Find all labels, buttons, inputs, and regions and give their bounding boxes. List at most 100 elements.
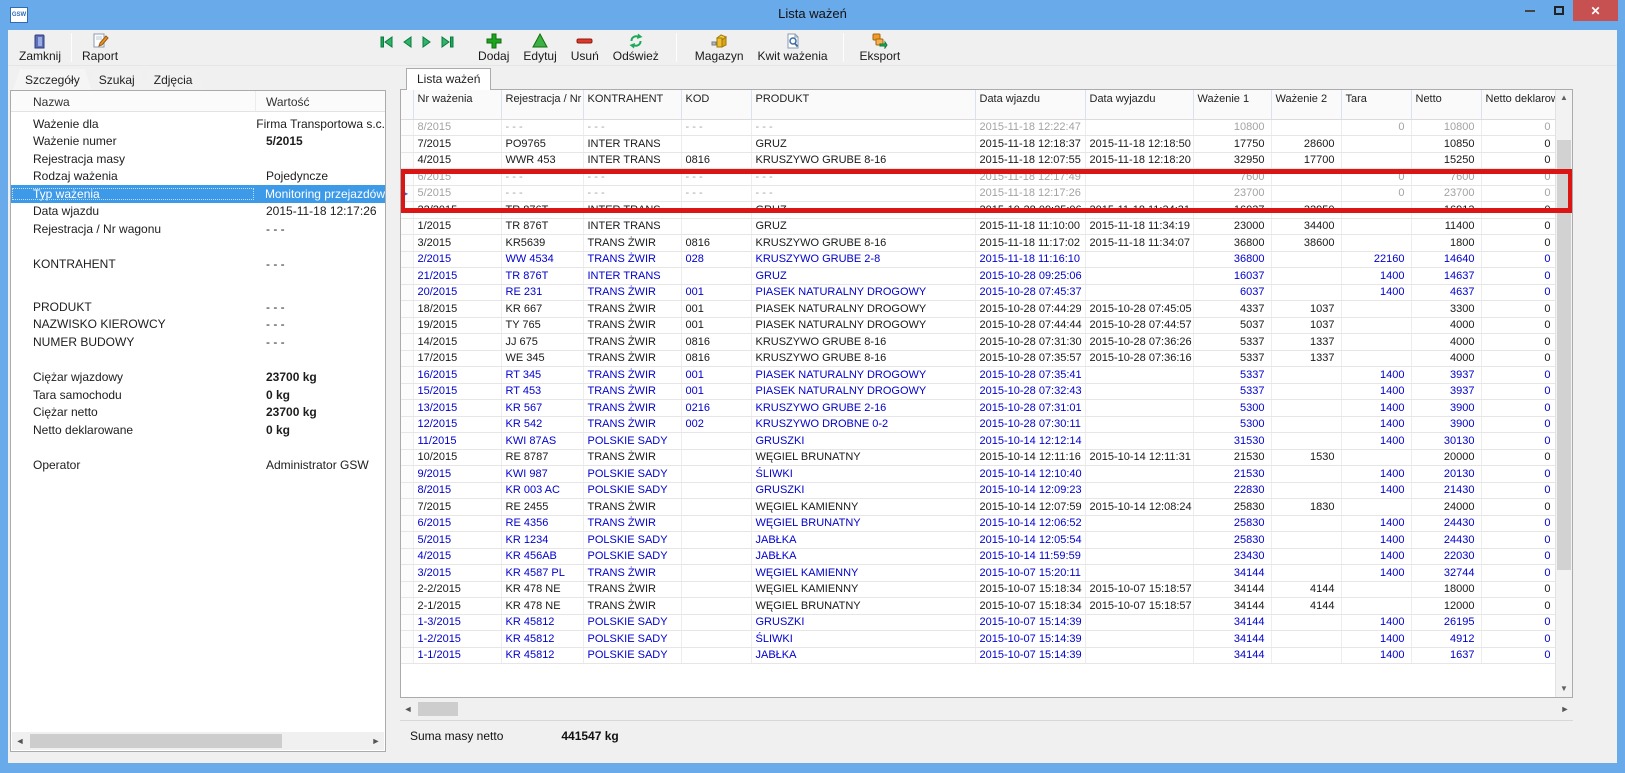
- grid-cell[interactable]: 1037: [1271, 317, 1341, 334]
- grid-cell[interactable]: - - -: [583, 169, 681, 186]
- grid-column-header[interactable]: Ważenie 2: [1271, 90, 1341, 119]
- grid-cell[interactable]: KR 667: [501, 301, 583, 318]
- grid-cell[interactable]: [1271, 367, 1341, 384]
- grid-cell[interactable]: 2015-10-07 15:14:39: [975, 647, 1085, 664]
- grid-cell[interactable]: 8/2015: [413, 119, 501, 136]
- grid-cell[interactable]: GRUSZKI: [751, 482, 975, 499]
- grid-column-header[interactable]: Data wjazdu: [975, 90, 1085, 119]
- grid-cell[interactable]: 0816: [681, 152, 751, 169]
- grid-cell[interactable]: KR 45812: [501, 631, 583, 648]
- detail-row[interactable]: Netto deklarowane 0 kg: [11, 421, 385, 439]
- grid-cell[interactable]: GRUSZKI: [751, 614, 975, 631]
- grid-cell[interactable]: [1085, 383, 1193, 400]
- grid-cell[interactable]: PIASEK NATURALNY DROGOWY: [751, 284, 975, 301]
- grid-cell[interactable]: 20130: [1411, 466, 1481, 483]
- grid-cell[interactable]: [1085, 631, 1193, 648]
- grid-cell[interactable]: 9/2015: [413, 466, 501, 483]
- grid-cell[interactable]: - - -: [501, 119, 583, 136]
- grid-cell[interactable]: [1085, 416, 1193, 433]
- grid-cell[interactable]: 26195: [1411, 614, 1481, 631]
- grid-cell[interactable]: 2015-10-07 15:14:39: [975, 614, 1085, 631]
- grid-cell[interactable]: 4144: [1271, 598, 1341, 615]
- grid-cell[interactable]: [681, 515, 751, 532]
- grid-cell[interactable]: [1085, 400, 1193, 417]
- scroll-right-icon[interactable]: ►: [1557, 704, 1573, 714]
- table-row[interactable]: 3/2015KR5639TRANS ŻWIR0816KRUSZYWO GRUBE…: [401, 235, 1555, 252]
- grid-cell[interactable]: 2015-11-18 11:10:00: [975, 218, 1085, 235]
- tab-szczegoly[interactable]: Szczegóły: [13, 69, 92, 90]
- grid-cell[interactable]: 12/2015: [413, 416, 501, 433]
- grid-cell[interactable]: [1085, 169, 1193, 186]
- grid-cell[interactable]: KR 003 AC: [501, 482, 583, 499]
- grid-cell[interactable]: 6/2015: [413, 169, 501, 186]
- grid-cell[interactable]: 5337: [1193, 334, 1271, 351]
- table-row[interactable]: 2-2/2015KR 478 NETRANS ŻWIRWĘGIEL KAMIEN…: [401, 581, 1555, 598]
- grid-cell[interactable]: 2015-11-18 12:22:47: [975, 119, 1085, 136]
- grid-cell[interactable]: 4000: [1411, 334, 1481, 351]
- grid-cell[interactable]: [1085, 268, 1193, 285]
- grid-cell[interactable]: GRUSZKI: [751, 433, 975, 450]
- grid-cell[interactable]: TRANS ŻWIR: [583, 334, 681, 351]
- table-row[interactable]: 22/2015TR 876TINTER TRANSGRUZ2015-10-28 …: [401, 202, 1555, 219]
- grid-cell[interactable]: [1085, 614, 1193, 631]
- grid-cell[interactable]: - - -: [501, 169, 583, 186]
- detail-row[interactable]: KONTRAHENT - - -: [11, 256, 385, 274]
- grid-cell[interactable]: 2015-10-28 07:35:57: [975, 350, 1085, 367]
- grid-cell[interactable]: [681, 136, 751, 153]
- grid-cell[interactable]: PIASEK NATURALNY DROGOWY: [751, 301, 975, 318]
- tab-zdjecia[interactable]: Zdjęcia: [142, 70, 205, 90]
- grid-cell[interactable]: 2015-10-07 15:20:11: [975, 565, 1085, 582]
- grid-cell[interactable]: 34400: [1271, 218, 1341, 235]
- grid-cell[interactable]: WĘGIEL KAMIENNY: [751, 565, 975, 582]
- kwit-wazenia-button[interactable]: Kwit ważenia: [751, 30, 835, 65]
- grid-cell[interactable]: 2015-10-28 07:32:43: [975, 383, 1085, 400]
- grid-cell[interactable]: TR 876T: [501, 218, 583, 235]
- grid-cell[interactable]: 2015-11-18 12:07:55: [975, 152, 1085, 169]
- grid-cell[interactable]: 2015-10-28 07:44:29: [975, 301, 1085, 318]
- grid-cell[interactable]: 0: [1481, 284, 1555, 301]
- grid-cell[interactable]: 1400: [1341, 268, 1411, 285]
- grid-column-header[interactable]: Data wyjazdu: [1085, 90, 1193, 119]
- grid-cell[interactable]: 4337: [1193, 301, 1271, 318]
- grid-cell[interactable]: 5037: [1193, 317, 1271, 334]
- eksport-button[interactable]: Eksport: [853, 30, 908, 65]
- grid-cell[interactable]: RE 2455: [501, 499, 583, 516]
- grid-cell[interactable]: 3900: [1411, 400, 1481, 417]
- grid-cell[interactable]: 3300: [1411, 301, 1481, 318]
- detail-row[interactable]: NUMER BUDOWY - - -: [11, 333, 385, 351]
- grid-cell[interactable]: WĘGIEL BRUNATNY: [751, 449, 975, 466]
- grid-cell[interactable]: 36800: [1193, 235, 1271, 252]
- grid-cell[interactable]: [1271, 614, 1341, 631]
- grid-cell[interactable]: 2015-10-28 07:35:41: [975, 367, 1085, 384]
- grid-cell[interactable]: 2-1/2015: [413, 598, 501, 615]
- grid-cell[interactable]: 34144: [1193, 647, 1271, 664]
- grid-cell[interactable]: - - -: [751, 169, 975, 186]
- table-row[interactable]: 2/2015WW 4534TRANS ŻWIR028KRUSZYWO GRUBE…: [401, 251, 1555, 268]
- nav-first-button[interactable]: [377, 36, 397, 52]
- table-row[interactable]: 10/2015RE 8787TRANS ŻWIRWĘGIEL BRUNATNY2…: [401, 449, 1555, 466]
- detail-row[interactable]: Ciężar netto 23700 kg: [11, 404, 385, 422]
- grid-cell[interactable]: 0: [1481, 581, 1555, 598]
- grid-cell[interactable]: TRANS ŻWIR: [583, 515, 681, 532]
- grid-cell[interactable]: WĘGIEL KAMIENNY: [751, 499, 975, 516]
- grid-cell[interactable]: 23000: [1193, 218, 1271, 235]
- grid-cell[interactable]: TRANS ŻWIR: [583, 301, 681, 318]
- grid-cell[interactable]: WĘGIEL KAMIENNY: [751, 581, 975, 598]
- table-row[interactable]: 21/2015TR 876TINTER TRANSGRUZ2015-10-28 …: [401, 268, 1555, 285]
- table-row[interactable]: 12/2015KR 542TRANS ŻWIR002KRUSZYWO DROBN…: [401, 416, 1555, 433]
- grid-cell[interactable]: TRANS ŻWIR: [583, 350, 681, 367]
- grid-cell[interactable]: 0: [1481, 235, 1555, 252]
- grid-cell[interactable]: [1085, 185, 1193, 202]
- grid-cell[interactable]: INTER TRANS: [583, 268, 681, 285]
- grid-horizontal-scrollbar[interactable]: ◄ ►: [400, 700, 1573, 718]
- grid-cell[interactable]: 0: [1481, 449, 1555, 466]
- grid-cell[interactable]: 5337: [1193, 350, 1271, 367]
- grid-cell[interactable]: [1271, 119, 1341, 136]
- grid-cell[interactable]: KWI 987: [501, 466, 583, 483]
- grid-cell[interactable]: 0: [1481, 136, 1555, 153]
- table-row[interactable]: 19/2015TY 765TRANS ŻWIR001PIASEK NATURAL…: [401, 317, 1555, 334]
- table-row[interactable]: 2-1/2015KR 478 NETRANS ŻWIRWĘGIEL BRUNAT…: [401, 598, 1555, 615]
- grid-cell[interactable]: 1337: [1271, 334, 1341, 351]
- scrollbar-thumb[interactable]: [1557, 140, 1571, 570]
- grid-cell[interactable]: [681, 581, 751, 598]
